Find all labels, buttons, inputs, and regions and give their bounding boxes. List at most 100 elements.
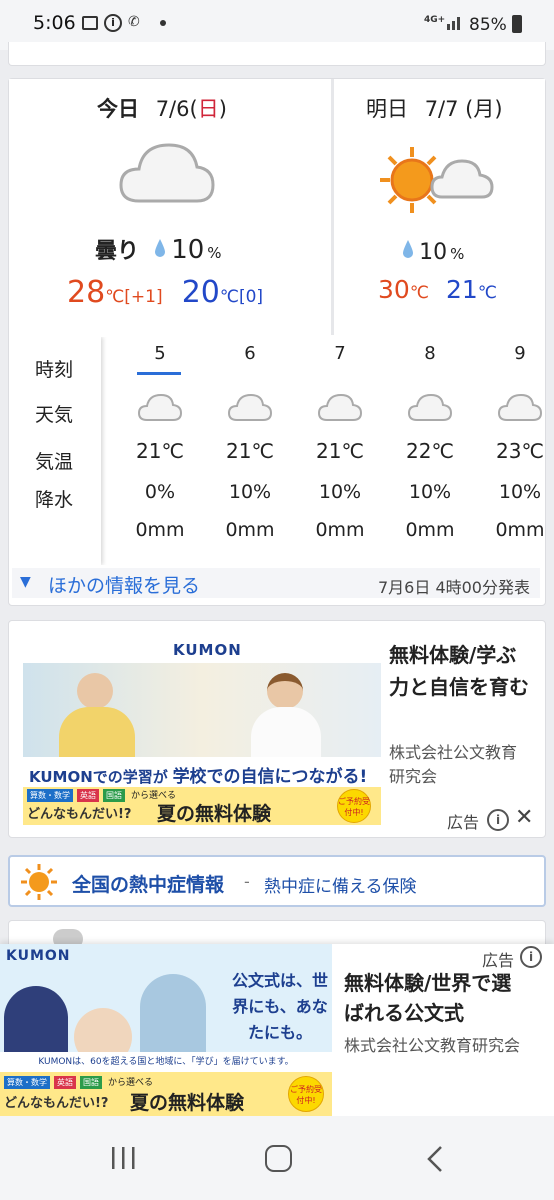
ad2-badge: ご予約受付中! — [288, 1076, 324, 1112]
kumon-logo: KUMON — [173, 641, 242, 659]
today-panel[interactable]: 今日 7/6(日) 曇り 10% 28℃[+1] 20℃[0] — [9, 79, 331, 335]
ad1-banner-highlight: 学校での自信につながる! — [172, 767, 368, 787]
current-hour-indicator — [137, 372, 181, 375]
ad1-label: 広告 — [447, 813, 480, 832]
cloud-icon — [227, 391, 273, 427]
hour-mm: 0mm — [225, 519, 275, 541]
ad2-subject: 英語 — [54, 1076, 76, 1089]
tomorrow-panel[interactable]: 明日 7/7 (月) 10% 30℃ 21℃ — [334, 79, 545, 335]
today-condition: 曇り — [95, 239, 140, 264]
hour-column: 6 21℃ 10% 0mm — [205, 337, 295, 565]
row-label-temp: 気温 — [35, 451, 74, 473]
today-low-diff: [0] — [238, 287, 264, 307]
ad-banner-2[interactable]: KUMON 公文式は、世界にも、あなたにも。 KUMONは、60を超える国と地域… — [0, 944, 332, 1116]
network-label: 4G+ — [424, 15, 446, 25]
wifi-call-icon: ✆ — [128, 14, 140, 30]
signal-icon — [446, 14, 464, 34]
hour-label: 9 — [514, 343, 526, 364]
more-info-link[interactable]: ほかの情報を見る — [48, 571, 200, 598]
ad-info-icon[interactable]: i — [520, 946, 542, 968]
heatstroke-banner[interactable]: 全国の熱中症情報 - 熱中症に備える保険 — [8, 855, 546, 907]
ad2-campaign-main: 夏の無料体験 — [130, 1092, 245, 1114]
ad2-copy: 公文式は、世界にも、あなたにも。 — [232, 971, 329, 1042]
hour-mm: 0mm — [405, 519, 455, 541]
ad-card-1[interactable]: KUMON KUMONでの学習が 学校での自信につながる! 算数・数学 英語 国… — [8, 620, 546, 838]
ad2-label: 広告 — [482, 951, 515, 970]
tomorrow-high: 30 — [378, 275, 410, 304]
hourly-section[interactable]: 時刻 天気 気温 降水 5 21℃ 0% 0mm 6 21℃ 10% 0mm 7 21℃ 10% 0m… — [9, 337, 545, 565]
triangle-down-icon: ▼ — [20, 574, 31, 590]
close-icon[interactable]: ✕ — [515, 805, 533, 830]
tomorrow-low: 21 — [446, 275, 478, 304]
today-high: 28 — [67, 275, 106, 310]
ad-banner-1[interactable]: KUMON KUMONでの学習が 学校での自信につながる! 算数・数学 英語 国… — [23, 637, 381, 825]
ad2-footer-line: KUMONは、60を超える国と地域に、「学び」を届けています。 — [0, 1052, 332, 1072]
info-icon: i — [104, 14, 122, 32]
hour-column: 8 22℃ 10% 0mm — [385, 337, 475, 565]
battery-icon — [512, 15, 522, 33]
today-label: 今日 — [97, 97, 139, 121]
more-info-bar[interactable]: ▼ ほかの情報を見る 7月6日 4時00分発表 — [12, 568, 540, 598]
ad1-subject: 英語 — [77, 789, 99, 802]
hour-temp: 22℃ — [406, 439, 454, 463]
hour-pop: 10% — [408, 481, 452, 503]
ad2-subject: 算数・数学 — [4, 1076, 50, 1089]
ad2-subject: 国語 — [80, 1076, 102, 1089]
hour-label: 6 — [244, 343, 256, 364]
hour-mm: 0mm — [495, 519, 545, 541]
status-time: 5:06 — [33, 12, 76, 34]
hour-column: 5 21℃ 0% 0mm — [115, 337, 205, 565]
today-low: 20 — [181, 275, 220, 310]
heat-title: 全国の熱中症情報 — [72, 874, 225, 896]
back-button[interactable] — [426, 1145, 444, 1177]
recent-apps-button[interactable] — [110, 1146, 138, 1174]
hour-pop: 10% — [228, 481, 272, 503]
ad2-title[interactable]: 無料体験/世界で選ばれる公文式 — [344, 968, 530, 1028]
hour-column: 9 23℃ 10% 0mm — [475, 337, 545, 565]
home-button[interactable] — [265, 1145, 292, 1172]
today-dow: 日 — [197, 97, 219, 121]
ad-card-2[interactable]: KUMON 公文式は、世界にも、あなたにも。 KUMONは、60を超える国と地域… — [0, 944, 554, 1116]
hour-column: 7 21℃ 10% 0mm — [295, 337, 385, 565]
navigation-bar — [0, 1116, 554, 1200]
cloud-icon — [407, 391, 453, 427]
today-date: 7/6 — [155, 97, 190, 121]
ad1-subject: 算数・数学 — [27, 789, 73, 802]
ad-photo-1 — [23, 663, 381, 759]
cloud-icon — [137, 391, 183, 427]
dot-icon — [160, 20, 166, 26]
raindrop-icon — [402, 239, 414, 263]
ad-info-icon[interactable]: i — [487, 809, 509, 831]
sun-icon — [20, 863, 58, 905]
today-high-diff: [+1] — [124, 287, 163, 307]
raindrop-icon — [154, 238, 166, 262]
ad2-campaign: どんなもんだい!? — [4, 1096, 109, 1111]
battery-percent: 85% — [469, 15, 507, 35]
hour-mm: 0mm — [315, 519, 365, 541]
heat-subtitle: 熱中症に備える保険 — [264, 877, 417, 897]
image-icon — [82, 16, 98, 30]
ad1-badge: ご予約受付中! — [337, 789, 371, 823]
ad1-subject: 国語 — [103, 789, 125, 802]
hour-temp: 23℃ — [496, 439, 544, 463]
hour-label: 5 — [154, 343, 166, 364]
hour-label: 8 — [424, 343, 436, 364]
ad1-banner-line: KUMONでの学習が — [29, 768, 168, 786]
ad1-campaign-main: 夏の無料体験 — [157, 803, 272, 825]
hour-temp: 21℃ — [136, 439, 184, 463]
ad1-title[interactable]: 無料体験/学ぶ力と自信を育む — [389, 639, 535, 703]
cloud-icon — [317, 391, 363, 427]
sun-cloud-icon — [378, 145, 498, 219]
ad1-advertiser: 株式会社公文教育研究会 — [389, 743, 518, 786]
hour-pop: 10% — [498, 481, 542, 503]
today-rain: 10 — [171, 235, 205, 265]
hour-temp: 21℃ — [316, 439, 364, 463]
tomorrow-rain: 10 — [419, 240, 448, 265]
hour-mm: 0mm — [135, 519, 185, 541]
ad1-campaign: どんなもんだい!? — [27, 807, 132, 822]
hour-label: 7 — [334, 343, 346, 364]
hour-temp: 21℃ — [226, 439, 274, 463]
hour-pop: 0% — [144, 481, 176, 503]
row-label-time: 時刻 — [35, 359, 74, 381]
tomorrow-label: 明日 — [366, 97, 408, 121]
